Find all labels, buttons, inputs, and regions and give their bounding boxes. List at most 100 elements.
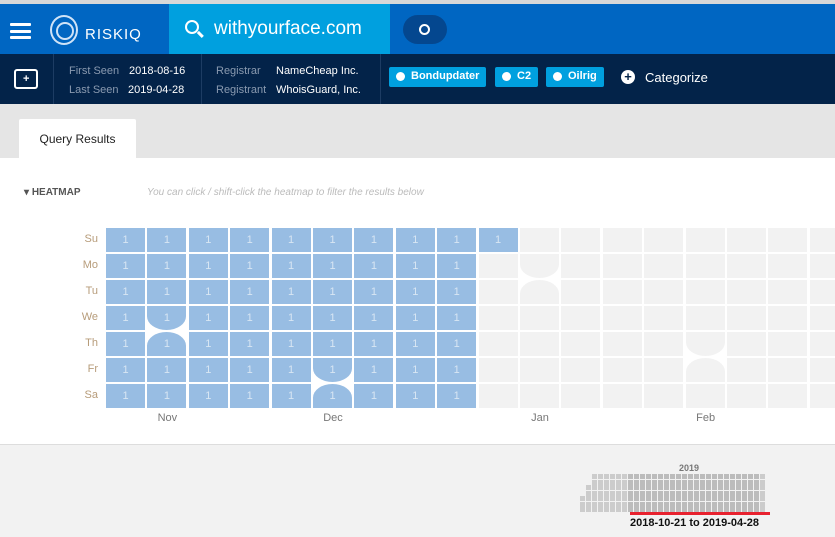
- heatmap-cell[interactable]: 1: [230, 280, 270, 304]
- heatmap-cell[interactable]: 1: [230, 332, 270, 356]
- heatmap-cell[interactable]: 1: [147, 280, 187, 304]
- menu-icon[interactable]: [10, 23, 31, 39]
- heatmap-cell[interactable]: [768, 228, 808, 252]
- heatmap-cell[interactable]: [602, 332, 642, 356]
- heatmap-cell[interactable]: 1: [106, 228, 145, 252]
- heatmap-cell[interactable]: 1: [395, 280, 435, 304]
- heatmap-cell[interactable]: [809, 280, 835, 304]
- heatmap-cell[interactable]: 1: [313, 384, 352, 408]
- heatmap-cell[interactable]: [644, 358, 684, 382]
- brand-name[interactable]: RISKIQ: [85, 26, 142, 43]
- heatmap-cell[interactable]: [768, 358, 808, 382]
- heatmap-cell[interactable]: [727, 280, 766, 304]
- riskiq-logo-icon[interactable]: [50, 15, 78, 45]
- heatmap-cell[interactable]: [768, 254, 808, 278]
- heatmap-cell[interactable]: [561, 384, 601, 408]
- heatmap-cell[interactable]: [768, 384, 808, 408]
- heatmap-cell[interactable]: 1: [188, 228, 228, 252]
- heatmap-cell[interactable]: [685, 332, 725, 356]
- heatmap-cell[interactable]: 1: [395, 358, 435, 382]
- heatmap-cell[interactable]: [727, 332, 766, 356]
- heatmap-cell[interactable]: 1: [437, 332, 477, 356]
- heatmap-cell[interactable]: 1: [313, 306, 352, 330]
- heatmap-cell[interactable]: [809, 332, 835, 356]
- heatmap-cell[interactable]: [561, 306, 601, 330]
- heatmap-cell[interactable]: [809, 306, 835, 330]
- heatmap-cell[interactable]: [809, 228, 835, 252]
- heatmap-cell[interactable]: 1: [230, 306, 270, 330]
- heatmap-cell[interactable]: 1: [271, 384, 311, 408]
- heatmap-cell[interactable]: 1: [147, 306, 187, 330]
- heatmap-cell[interactable]: [685, 280, 725, 304]
- heatmap-cell[interactable]: [478, 280, 518, 304]
- search-query[interactable]: withyourface.com: [214, 18, 362, 40]
- heatmap-cell[interactable]: 1: [271, 358, 311, 382]
- heatmap-cell[interactable]: [768, 332, 808, 356]
- heatmap-cell[interactable]: [768, 280, 808, 304]
- heatmap-cell[interactable]: [644, 254, 684, 278]
- heatmap-cell[interactable]: 1: [106, 358, 145, 382]
- heatmap-cell[interactable]: [602, 254, 642, 278]
- heatmap-cell[interactable]: [644, 332, 684, 356]
- heatmap-cell[interactable]: 1: [106, 332, 145, 356]
- heatmap-cell[interactable]: 1: [437, 306, 477, 330]
- heatmap-cell[interactable]: 1: [313, 280, 352, 304]
- heatmap-cell[interactable]: [561, 228, 601, 252]
- heatmap-cell[interactable]: 1: [354, 306, 394, 330]
- heatmap-cell[interactable]: 1: [230, 384, 270, 408]
- heatmap-cell[interactable]: [602, 384, 642, 408]
- heatmap-cell[interactable]: 1: [106, 280, 145, 304]
- heatmap-cell[interactable]: [602, 306, 642, 330]
- heatmap-cell[interactable]: 1: [106, 384, 145, 408]
- heatmap-cell[interactable]: 1: [271, 280, 311, 304]
- tag-c2[interactable]: C2: [495, 67, 539, 87]
- heatmap-cell[interactable]: [602, 228, 642, 252]
- heatmap-cell[interactable]: [685, 358, 725, 382]
- tag-oilrig[interactable]: Oilrig: [546, 67, 604, 87]
- heatmap-cell[interactable]: [644, 280, 684, 304]
- heatmap-cell[interactable]: 1: [313, 254, 352, 278]
- heatmap-cell[interactable]: 1: [147, 254, 187, 278]
- heatmap-cell[interactable]: 1: [230, 254, 270, 278]
- heatmap-cell[interactable]: 1: [188, 384, 228, 408]
- heatmap-cell[interactable]: [644, 384, 684, 408]
- heatmap-cell[interactable]: [768, 306, 808, 330]
- tag-bondupdater[interactable]: Bondupdater: [389, 67, 487, 87]
- heatmap-cell[interactable]: [644, 228, 684, 252]
- heatmap-toggle[interactable]: ▾ HEATMAP: [24, 187, 81, 198]
- tab-query-results[interactable]: Query Results: [19, 119, 136, 158]
- heatmap-cell[interactable]: 1: [437, 280, 477, 304]
- heatmap-cell[interactable]: [520, 280, 559, 304]
- heatmap-cell[interactable]: [727, 254, 766, 278]
- heatmap-cell[interactable]: 1: [354, 332, 394, 356]
- heatmap-cell[interactable]: 1: [106, 306, 145, 330]
- heatmap-cell[interactable]: 1: [395, 332, 435, 356]
- heatmap-cell[interactable]: 1: [147, 384, 187, 408]
- history-button[interactable]: [403, 15, 447, 44]
- heatmap-cell[interactable]: 1: [395, 384, 435, 408]
- heatmap-cell[interactable]: [809, 384, 835, 408]
- heatmap-cell[interactable]: 1: [147, 332, 187, 356]
- heatmap-cell[interactable]: [602, 280, 642, 304]
- heatmap-cell[interactable]: 1: [271, 332, 311, 356]
- heatmap-cell[interactable]: [685, 384, 725, 408]
- heatmap-cell[interactable]: [685, 228, 725, 252]
- heatmap-cell[interactable]: 1: [147, 358, 187, 382]
- heatmap-cell[interactable]: 1: [354, 280, 394, 304]
- heatmap-cell[interactable]: [520, 254, 559, 278]
- heatmap-cell[interactable]: [561, 254, 601, 278]
- heatmap-cell[interactable]: [478, 332, 518, 356]
- heatmap-cell[interactable]: 1: [395, 306, 435, 330]
- heatmap-cell[interactable]: 1: [354, 228, 394, 252]
- heatmap-cell[interactable]: [727, 384, 766, 408]
- heatmap-cell[interactable]: [478, 358, 518, 382]
- heatmap-cell[interactable]: 1: [188, 280, 228, 304]
- heatmap-cell[interactable]: [561, 332, 601, 356]
- heatmap-cell[interactable]: [685, 254, 725, 278]
- heatmap-cell[interactable]: [727, 306, 766, 330]
- heatmap-cell[interactable]: 1: [354, 384, 394, 408]
- heatmap-cell[interactable]: 1: [313, 332, 352, 356]
- registrar-value[interactable]: NameCheap Inc.: [276, 65, 359, 77]
- heatmap-cell[interactable]: 1: [106, 254, 145, 278]
- heatmap-cell[interactable]: 1: [437, 228, 477, 252]
